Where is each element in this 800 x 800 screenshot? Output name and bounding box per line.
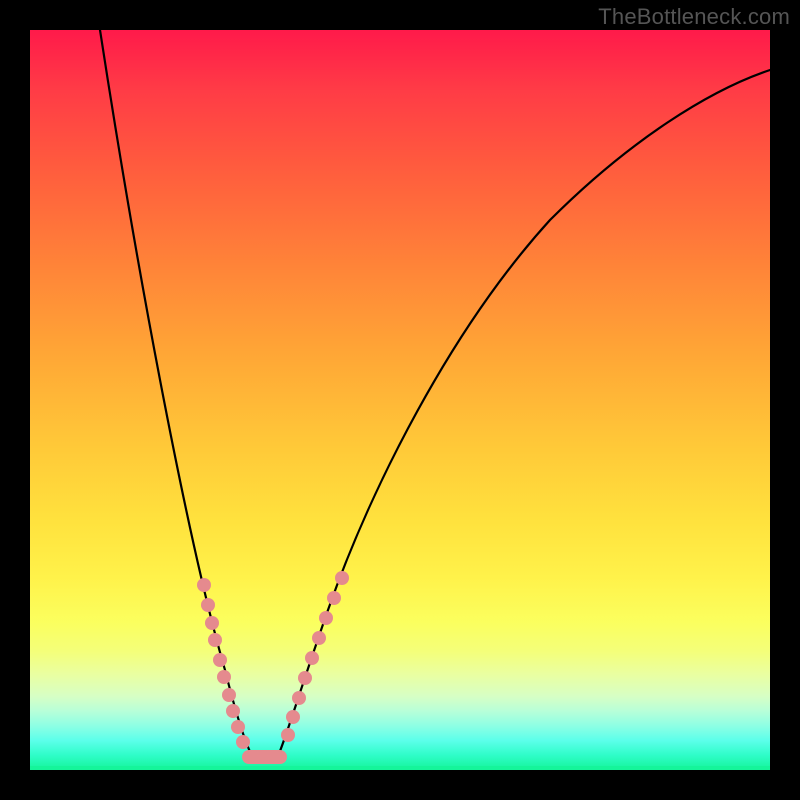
marker-dot xyxy=(226,704,240,718)
chart-container: TheBottleneck.com xyxy=(0,0,800,800)
marker-dot xyxy=(201,598,215,612)
marker-dot xyxy=(335,571,349,585)
marker-dot xyxy=(312,631,326,645)
marker-dot xyxy=(319,611,333,625)
plot-area xyxy=(30,30,770,770)
watermark-text: TheBottleneck.com xyxy=(598,4,790,30)
marker-dot xyxy=(217,670,231,684)
bottleneck-curve xyxy=(100,30,770,756)
marker-dot xyxy=(213,653,227,667)
marker-dot xyxy=(208,633,222,647)
marker-dot xyxy=(205,616,219,630)
marker-dot xyxy=(231,720,245,734)
curve-svg xyxy=(30,30,770,770)
marker-dot xyxy=(286,710,300,724)
marker-dot xyxy=(292,691,306,705)
marker-dot xyxy=(197,578,211,592)
marker-dot xyxy=(236,735,250,749)
marker-dot xyxy=(281,728,295,742)
baseline xyxy=(30,766,770,770)
marker-dot xyxy=(305,651,319,665)
marker-dot xyxy=(327,591,341,605)
marker-dot xyxy=(222,688,236,702)
marker-dot xyxy=(298,671,312,685)
